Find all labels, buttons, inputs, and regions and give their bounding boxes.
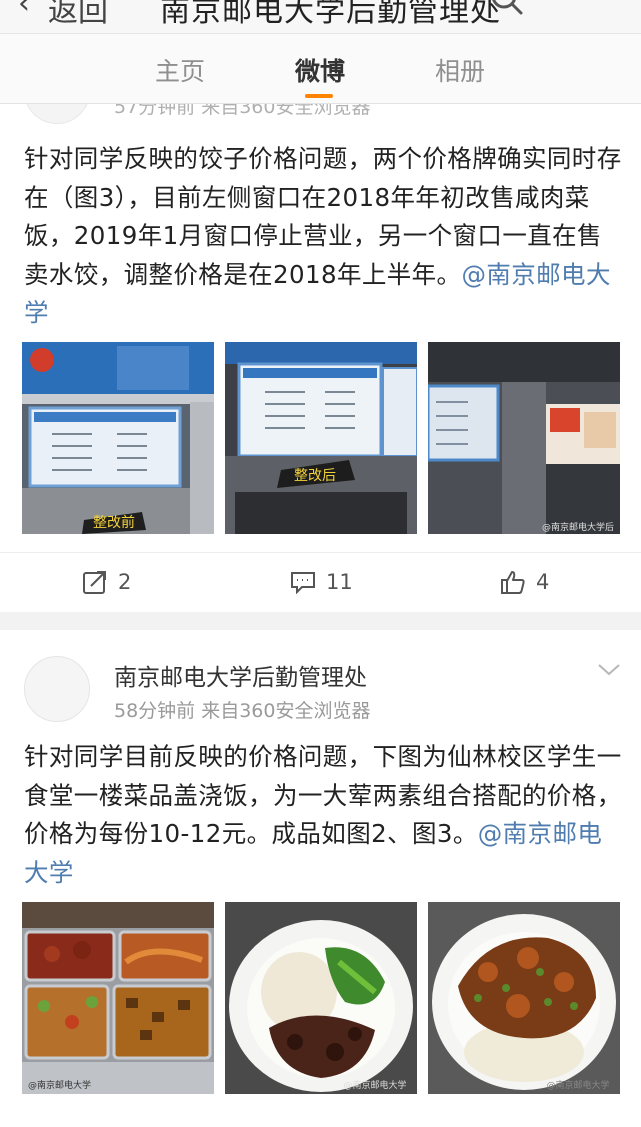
comment-count: 11 — [326, 570, 353, 594]
author-name[interactable]: 南京邮电大学后勤管理处 — [114, 658, 367, 692]
food-trays-image: @南京邮电大学 — [22, 902, 214, 1094]
like-count: 4 — [536, 570, 550, 594]
avatar[interactable] — [24, 104, 90, 124]
rice-plate-image: @南京邮电大学 — [225, 902, 417, 1094]
watermark: @南京邮电大学 — [28, 1079, 91, 1091]
tab-album[interactable]: 相册 — [435, 52, 485, 88]
photo-thumbnail[interactable]: @南京邮电大学后 — [428, 342, 620, 534]
back-arrow-icon[interactable]: ‹ — [18, 0, 30, 21]
photo-thumbnail[interactable]: @南京邮电大学 — [428, 902, 620, 1094]
post-card[interactable]: 57分钟前 来自360安全浏览器 针对同学反映的饺子价格问题，两个价格牌确实同时… — [0, 104, 641, 612]
watermark: @南京邮电大学后 — [542, 521, 614, 533]
menu-board-before-image: 整改前 — [22, 342, 214, 534]
canteen-window-image: @南京邮电大学后 — [428, 342, 620, 534]
photo-thumbnail[interactable]: 整改前 — [22, 342, 214, 534]
top-bar: ‹ 返回 南京邮电大学后勤管理处 — [0, 0, 641, 34]
page-title: 南京邮电大学后勤管理处 — [160, 0, 501, 29]
active-tab-indicator — [305, 94, 333, 98]
back-button[interactable]: 返回 — [48, 0, 108, 30]
post-meta: 58分钟前 来自360安全浏览器 — [114, 700, 371, 722]
post-text: 针对同学目前反映的价格问题，下图为仙林校区学生一食堂一楼菜品盖浇饭，为一大荤两素… — [24, 738, 622, 892]
menu-board-after-image: 整改后 — [225, 342, 417, 534]
post-meta: 57分钟前 来自360安全浏览器 — [114, 104, 371, 118]
search-icon[interactable] — [490, 0, 524, 16]
post-text: 针对同学反映的饺子价格问题，两个价格牌确实同时存在（图3），目前左侧窗口在201… — [24, 140, 622, 333]
repost-button[interactable]: 2 — [82, 567, 131, 597]
avatar[interactable] — [24, 656, 90, 722]
photo-label: 整改前 — [93, 514, 135, 531]
comment-icon — [291, 572, 315, 594]
watermark: @南京邮电大学 — [546, 1079, 609, 1091]
comment-button[interactable]: 11 — [290, 567, 353, 597]
action-bar: 2 11 4 — [0, 552, 641, 612]
like-button[interactable]: 4 — [500, 567, 549, 597]
photo-thumbnail[interactable]: @南京邮电大学 — [22, 902, 214, 1094]
photo-grid: @南京邮电大学 @南京邮电大学 @南京邮电大学 — [22, 902, 620, 1094]
post-card[interactable]: 南京邮电大学后勤管理处 58分钟前 来自360安全浏览器 针对同学目前反映的价格… — [0, 630, 641, 1127]
photo-label: 整改后 — [294, 468, 336, 484]
repost-icon — [83, 571, 106, 594]
repost-count: 2 — [118, 570, 132, 594]
tab-home[interactable]: 主页 — [155, 52, 205, 88]
photo-thumbnail[interactable]: @南京邮电大学 — [225, 902, 417, 1094]
watermark: @南京邮电大学 — [343, 1079, 406, 1091]
rice-plate-image: @南京邮电大学 — [428, 902, 620, 1094]
thumbs-up-icon — [501, 571, 525, 594]
photo-thumbnail[interactable]: 整改后 — [225, 342, 417, 534]
chevron-down-icon[interactable] — [596, 662, 622, 678]
photo-grid: 整改前 整改后 @南京邮电大学后 — [22, 342, 620, 534]
tab-weibo[interactable]: 微博 — [295, 52, 345, 88]
